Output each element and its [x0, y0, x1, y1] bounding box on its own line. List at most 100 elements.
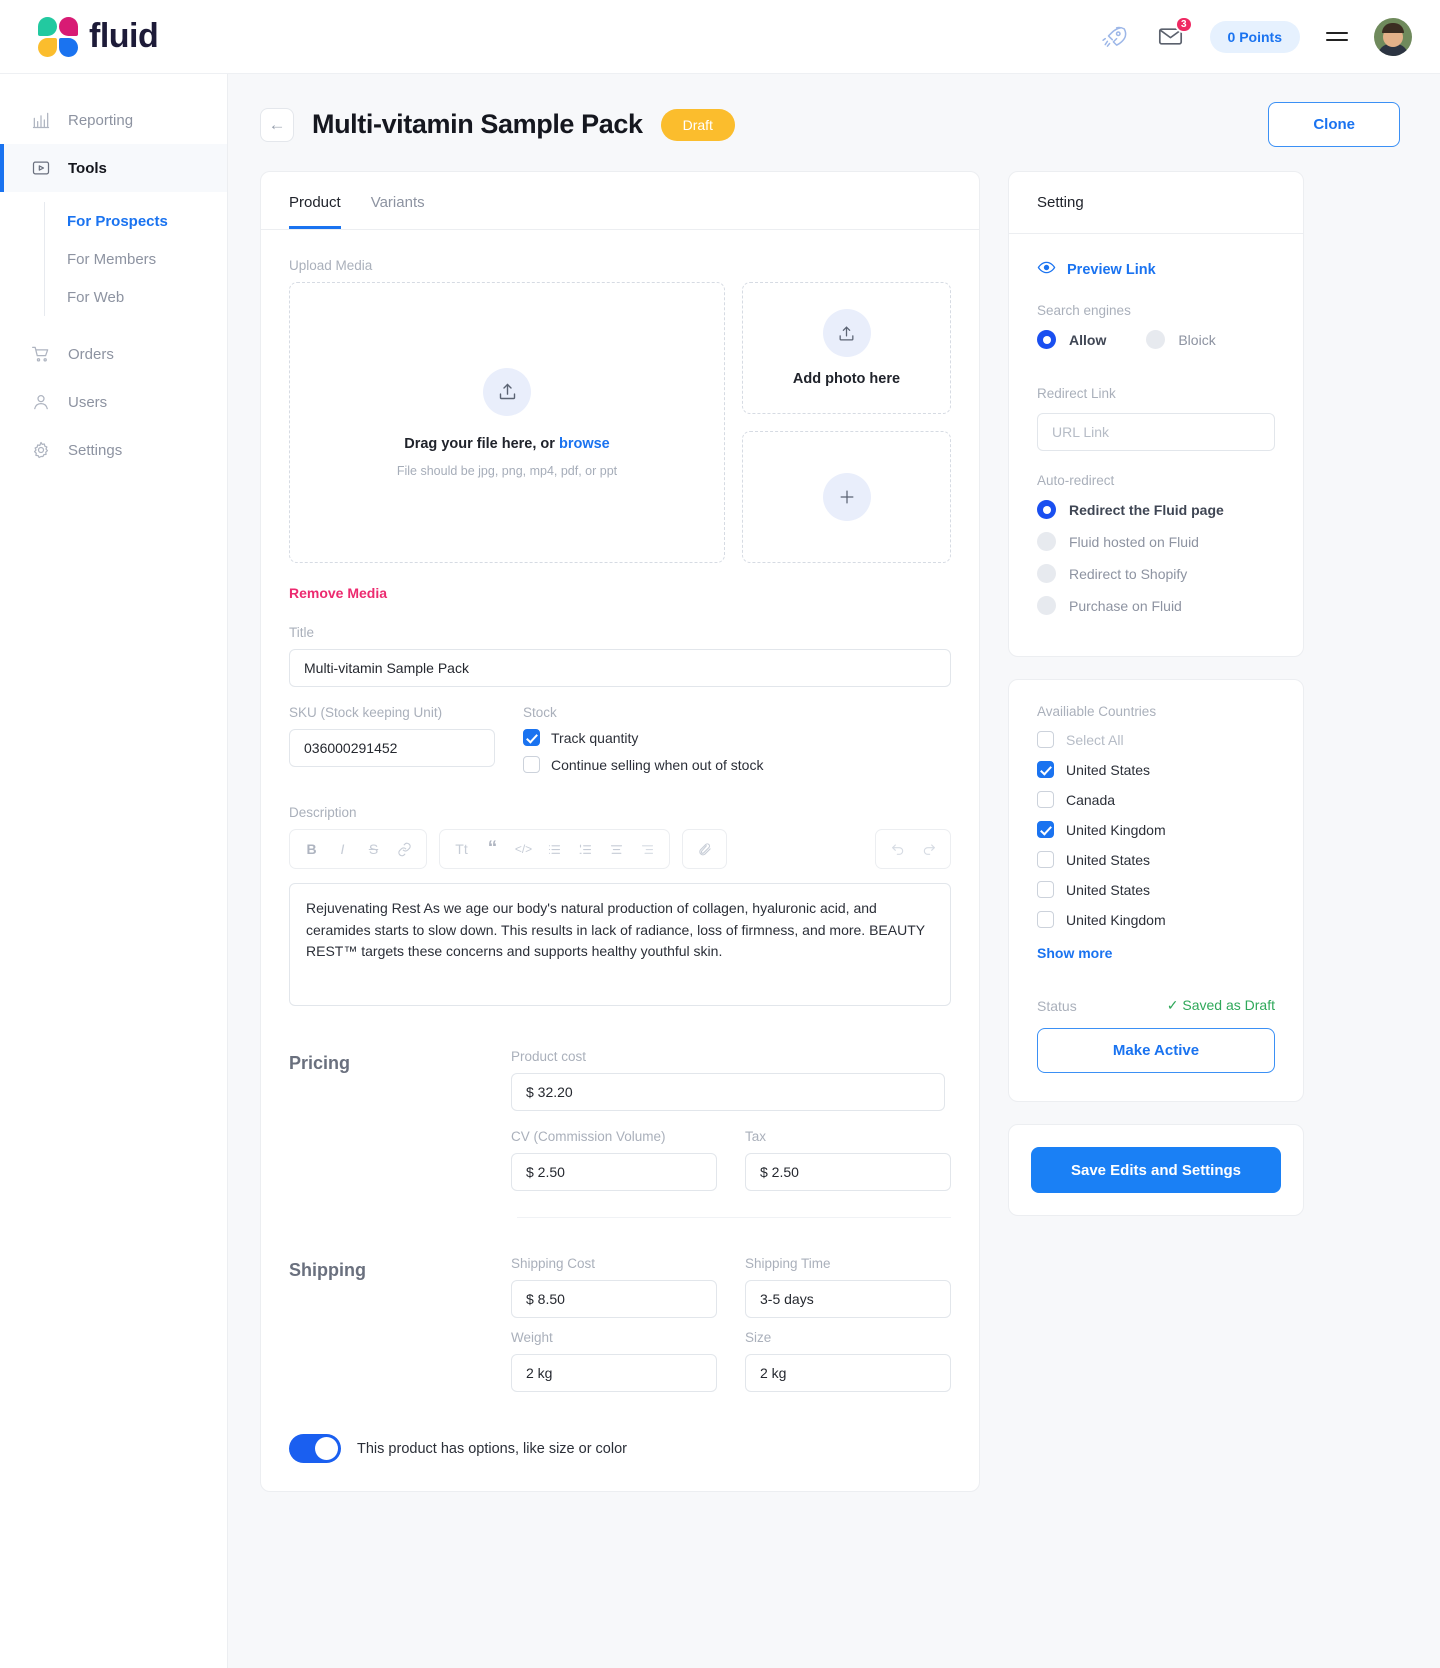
app-root: fluid 3 0 Points Reporting Tools For Pro…	[0, 0, 1440, 1668]
radio-label: Purchase on Fluid	[1069, 597, 1182, 614]
clone-button[interactable]: Clone	[1268, 102, 1400, 147]
cv-label: CV (Commission Volume)	[511, 1129, 666, 1144]
auto-redirect-label: Auto-redirect	[1037, 473, 1115, 488]
sidebar-subnav: For Prospects For Members For Web	[44, 202, 227, 316]
upload-media-label: Upload Media	[289, 258, 373, 273]
title-input[interactable]	[289, 649, 951, 687]
status-badge: Draft	[660, 108, 735, 141]
page-header: ← Multi-vitamin Sample Pack Draft Clone	[228, 74, 1440, 147]
radio-redirect-fluid-page[interactable]: Redirect the Fluid page	[1037, 500, 1275, 519]
fluid-logo-icon	[38, 16, 78, 57]
upload-icon	[822, 309, 871, 357]
page-title: Multi-vitamin Sample Pack	[312, 109, 643, 139]
sidebar-item-for-web[interactable]: For Web	[67, 278, 227, 316]
country-row[interactable]: Canada	[1037, 791, 1275, 808]
quote-icon[interactable]: “	[477, 834, 508, 865]
arrow-left-icon[interactable]: ←	[260, 107, 294, 142]
country-label: United Kingdom	[1066, 911, 1166, 928]
points-button[interactable]: 0 Points	[1209, 20, 1300, 53]
country-label: United Kingdom	[1066, 821, 1166, 838]
undo-icon[interactable]	[882, 834, 913, 865]
stock-label: Stock	[523, 705, 557, 720]
tab-variants[interactable]: Variants	[371, 172, 425, 229]
file-dropzone[interactable]: Drag your file here, or browse File shou…	[289, 282, 725, 563]
attachment-icon[interactable]	[689, 834, 720, 865]
radio-fluid-hosted[interactable]: Fluid hosted on Fluid	[1037, 532, 1275, 551]
sidebar-item-orders[interactable]: Orders	[0, 330, 227, 378]
link-icon[interactable]	[389, 834, 420, 865]
size-input[interactable]	[745, 1354, 951, 1392]
continue-selling-checkbox[interactable]: Continue selling when out of stock	[523, 756, 763, 773]
radio-purchase-fluid[interactable]: Purchase on Fluid	[1037, 596, 1275, 615]
country-row[interactable]: United States	[1037, 761, 1275, 778]
status-label: Status	[1037, 997, 1077, 1014]
status-row: Status ✓ Saved as Draft	[1037, 997, 1275, 1014]
shipping-time-input[interactable]	[745, 1280, 951, 1318]
sidebar-item-settings[interactable]: Settings	[0, 426, 227, 474]
align-center-icon[interactable]	[601, 834, 632, 865]
add-photo-tile[interactable]: Add photo here	[742, 282, 951, 414]
radio-block[interactable]: Bloick	[1146, 330, 1216, 349]
product-form: Upload Media Drag your file here, or bro…	[261, 230, 979, 1491]
rocket-icon[interactable]	[1098, 20, 1132, 54]
weight-label: Weight	[511, 1330, 553, 1345]
numbered-list-icon[interactable]	[570, 834, 601, 865]
sidebar-item-for-members[interactable]: For Members	[67, 240, 227, 278]
shipping-cost-input[interactable]	[511, 1280, 717, 1318]
make-active-button[interactable]: Make Active	[1037, 1028, 1275, 1073]
country-row[interactable]: United Kingdom	[1037, 911, 1275, 928]
remove-media-link[interactable]: Remove Media	[289, 585, 387, 601]
italic-icon[interactable]: I	[327, 834, 358, 865]
country-row[interactable]: United States	[1037, 851, 1275, 868]
product-options-toggle[interactable]	[289, 1434, 341, 1463]
bold-icon[interactable]: B	[296, 834, 327, 865]
sidebar-item-label: Tools	[68, 159, 107, 177]
bullet-list-icon[interactable]	[539, 834, 570, 865]
hamburger-icon[interactable]	[1322, 28, 1352, 45]
country-label: United States	[1066, 761, 1151, 778]
sidebar-item-users[interactable]: Users	[0, 378, 227, 426]
weight-input[interactable]	[511, 1354, 717, 1392]
description-textarea[interactable]	[289, 883, 951, 1006]
radio-icon	[1037, 532, 1056, 551]
status-value: ✓ Saved as Draft	[1166, 997, 1275, 1013]
sidebar-item-reporting[interactable]: Reporting	[0, 96, 227, 144]
track-quantity-checkbox[interactable]: Track quantity	[523, 729, 763, 746]
preview-link-button[interactable]: Preview Link	[1037, 258, 1275, 281]
strikethrough-icon[interactable]: S	[358, 834, 389, 865]
radio-redirect-shopify[interactable]: Redirect to Shopify	[1037, 564, 1275, 583]
track-quantity-label: Track quantity	[551, 729, 639, 746]
cart-icon	[30, 343, 52, 365]
top-bar: fluid 3 0 Points	[0, 0, 1440, 74]
redo-icon[interactable]	[913, 834, 944, 865]
radio-icon	[1037, 500, 1056, 519]
toolbar-group-format: B I S	[289, 829, 427, 869]
countries-body: Availiable Countries Select All United S…	[1009, 680, 1303, 1101]
avatar[interactable]	[1374, 17, 1412, 56]
redirect-link-input[interactable]	[1037, 413, 1275, 451]
mail-icon[interactable]: 3	[1154, 15, 1193, 54]
text-style-icon[interactable]: Tt	[446, 834, 477, 865]
browse-link[interactable]: browse	[559, 436, 610, 452]
sidebar-item-for-prospects[interactable]: For Prospects	[67, 202, 227, 240]
cv-input[interactable]	[511, 1153, 717, 1191]
brand-logo[interactable]: fluid	[38, 16, 159, 57]
sidebar-subitem-label: For Members	[67, 250, 157, 268]
tax-input[interactable]	[745, 1153, 951, 1191]
sku-input[interactable]	[289, 729, 495, 767]
product-cost-input[interactable]	[511, 1073, 945, 1111]
country-row[interactable]: United States	[1037, 881, 1275, 898]
auto-redirect-radio-group: Redirect the Fluid page Fluid hosted on …	[1037, 500, 1275, 615]
add-media-tile[interactable]	[742, 431, 951, 563]
country-select-all[interactable]: Select All	[1037, 731, 1275, 748]
country-label: United States	[1066, 851, 1151, 868]
save-button[interactable]: Save Edits and Settings	[1031, 1147, 1281, 1193]
country-row[interactable]: United Kingdom	[1037, 821, 1275, 838]
code-icon[interactable]: </>	[508, 834, 539, 865]
tab-product[interactable]: Product	[289, 172, 341, 229]
radio-allow[interactable]: Allow	[1037, 330, 1106, 349]
sidebar-item-tools[interactable]: Tools	[0, 144, 227, 192]
show-more-link[interactable]: Show more	[1037, 945, 1112, 961]
sidebar-item-label: Users	[68, 393, 108, 411]
align-right-icon[interactable]	[632, 834, 663, 865]
